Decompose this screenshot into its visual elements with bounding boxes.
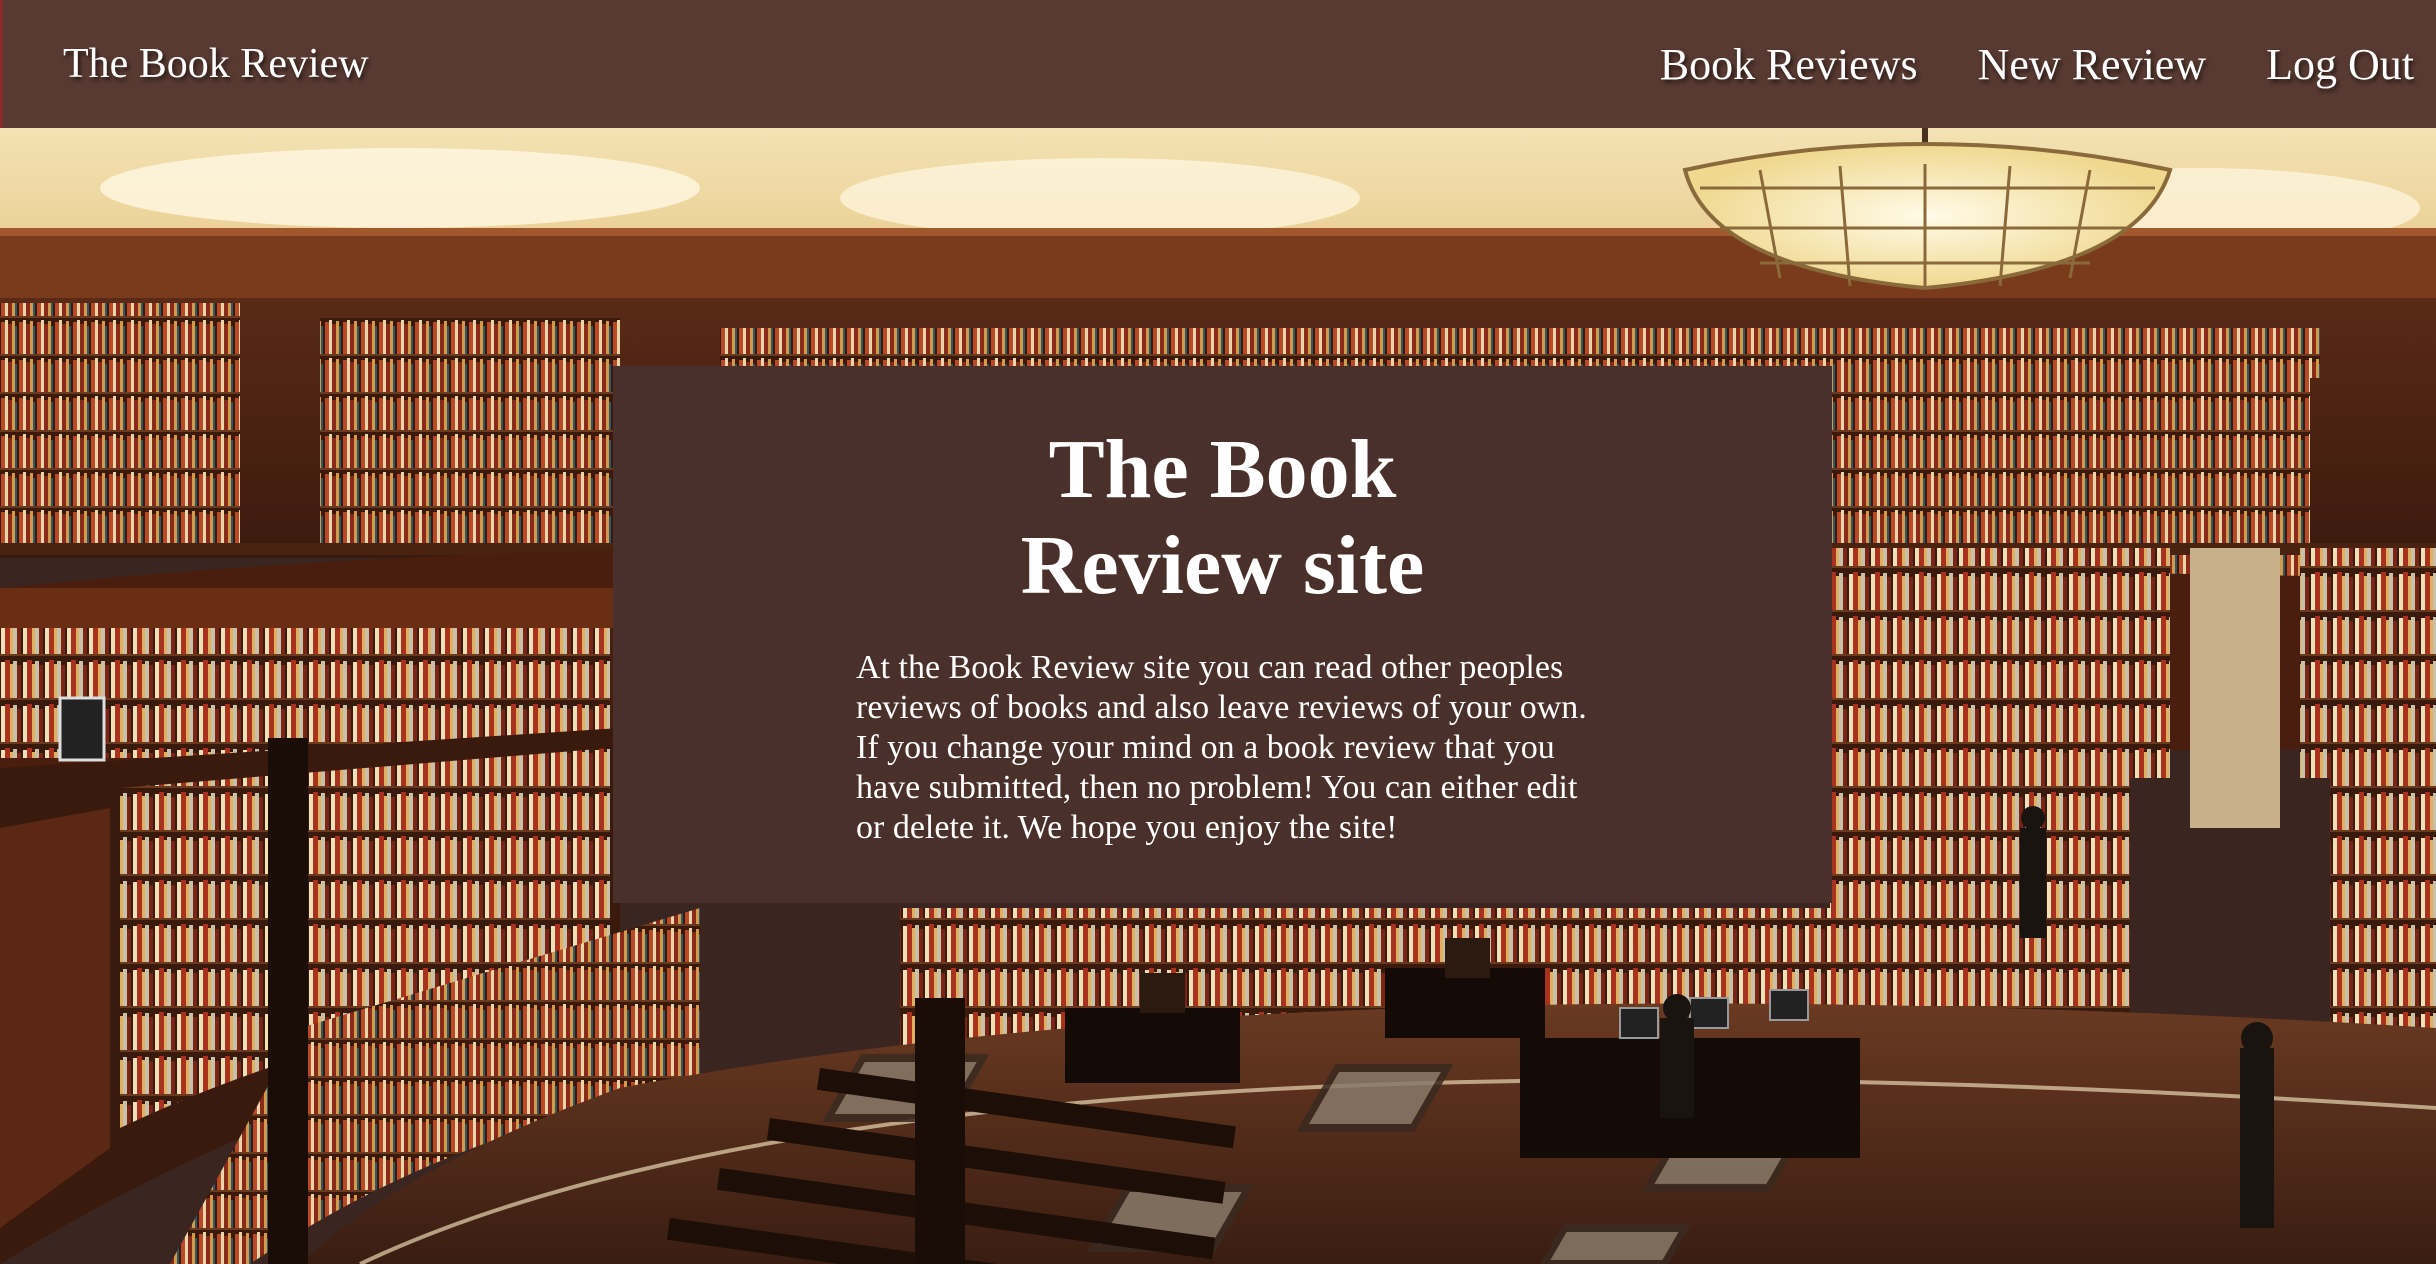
nav-new-review-link[interactable]: New Review [1978,39,2207,90]
page: The Book Review Book Reviews New Review … [0,0,2436,1264]
intro-panel: The Book Review site At the Book Review … [613,366,1832,903]
page-title: The Book Review site [1020,423,1425,612]
nav-log-out-link[interactable]: Log Out [2266,39,2414,90]
nav-links: Book Reviews New Review Log Out [1600,0,2414,128]
nav-book-reviews-link[interactable]: Book Reviews [1660,39,1918,90]
navbar: The Book Review Book Reviews New Review … [0,0,2436,128]
brand-link[interactable]: The Book Review [63,40,369,88]
intro-text: At the Book Review site you can read oth… [856,649,1587,846]
